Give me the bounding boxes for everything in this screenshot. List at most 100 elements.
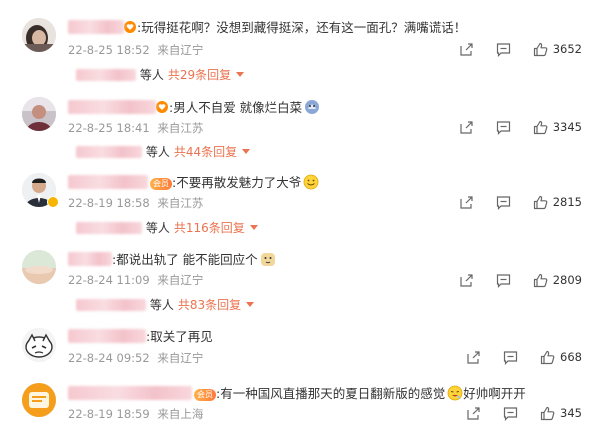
comment-meta: 22-8-25 18:52 来自辽宁 (68, 42, 203, 58)
like-count: 2815 (552, 195, 582, 209)
reply-users-blurred (76, 69, 136, 81)
comment-icon[interactable] (503, 350, 518, 365)
comment-text: :取关了再见 (146, 329, 213, 344)
reply-count-link[interactable]: 共44条回复 (174, 145, 237, 159)
comment-text-line: 会员:不要再散发魅力了大爷 (68, 174, 319, 191)
vip-badge-icon: 会员 (150, 178, 172, 190)
avatar[interactable] (22, 250, 56, 284)
chevron-down-icon[interactable] (249, 225, 258, 230)
like-icon[interactable] (533, 120, 548, 135)
like-icon[interactable] (540, 350, 555, 365)
vip-badge-icon: 会员 (194, 389, 216, 401)
reply-count-link[interactable]: 共83条回复 (178, 298, 241, 312)
reply-users-blurred (76, 222, 142, 234)
comment-actions: 668 (466, 348, 582, 366)
comment-location: 来自江苏 (157, 121, 204, 135)
smile-emoji-icon (303, 174, 319, 190)
chevron-down-icon[interactable] (236, 72, 245, 77)
comment-icon[interactable] (496, 195, 511, 210)
comment-date: 22-8-19 18:58 (68, 196, 150, 210)
reply-users-blurred (76, 146, 142, 158)
comment-meta: 22-8-19 18:59 来自上海 (68, 406, 203, 422)
share-icon[interactable] (459, 120, 474, 135)
reply-summary[interactable]: 等人 共44条回复 (76, 143, 251, 160)
heart-badge-icon (124, 21, 136, 33)
like-count: 3345 (552, 120, 582, 134)
cabbage-emoji-icon (305, 100, 320, 114)
like-icon[interactable] (533, 42, 548, 57)
comment-meta: 22-8-25 18:41 来自江苏 (68, 120, 203, 136)
reply-who: 等人 (145, 221, 170, 235)
comment-actions: 3345 (459, 118, 582, 136)
reply-who: 等人 (139, 68, 164, 82)
comment-date: 22-8-24 09:52 (68, 351, 150, 365)
comment-date: 22-8-25 18:52 (68, 43, 150, 57)
heart-badge-icon (156, 101, 168, 113)
drool-emoji-icon (447, 385, 463, 401)
username-blurred[interactable] (68, 252, 112, 266)
like-count: 668 (560, 350, 582, 364)
reply-users-blurred (76, 299, 146, 311)
share-icon[interactable] (466, 406, 481, 421)
comment-icon[interactable] (496, 120, 511, 135)
avatar[interactable] (22, 18, 56, 52)
share-icon[interactable] (459, 273, 474, 288)
comment-text: :不要再散发魅力了大爷 (172, 175, 302, 190)
comment-actions: 2809 (459, 271, 582, 289)
reply-summary[interactable]: 等人 共29条回复 (76, 66, 245, 83)
reply-count-link[interactable]: 共29条回复 (168, 68, 231, 82)
comment-actions: 2815 (459, 193, 582, 211)
doge-emoji-icon (260, 253, 275, 266)
username-blurred[interactable] (68, 175, 148, 189)
comment-location: 来自辽宁 (157, 43, 204, 57)
comment-text-line: :取关了再见 (68, 329, 213, 345)
comment-actions: 345 (466, 404, 582, 422)
reply-who: 等人 (145, 145, 170, 159)
comment-date: 22-8-25 18:41 (68, 121, 150, 135)
comment-location: 来自上海 (157, 407, 204, 421)
comment-icon[interactable] (496, 42, 511, 57)
comment-text: :有一种国风直播那天的夏日翻新版的感觉 (216, 386, 446, 401)
comment-text: :玩得挺花啊？没想到藏得挺深，还有这一面孔？满嘴谎话！ (137, 20, 467, 35)
like-count: 345 (560, 406, 582, 420)
comment-meta: 22-8-24 09:52 来自辽宁 (68, 350, 203, 366)
comment-icon[interactable] (496, 273, 511, 288)
comment-text-tail: 好帅啊开开 (463, 386, 526, 401)
comment-text-line: :都说出轨了 能不能回应个 (68, 251, 276, 268)
like-count: 3652 (552, 42, 582, 56)
reply-who: 等人 (149, 298, 174, 312)
comment-text-line: :玩得挺花啊？没想到藏得挺深，还有这一面孔？满嘴谎话！ (68, 20, 466, 36)
like-count: 2809 (552, 273, 582, 287)
share-icon[interactable] (459, 42, 474, 57)
username-blurred[interactable] (68, 386, 192, 400)
verified-badge-icon (47, 196, 59, 208)
reply-summary[interactable]: 等人 共83条回复 (76, 296, 255, 313)
comment-text: :都说出轨了 能不能回应个 (112, 252, 258, 267)
comment-meta: 22-8-19 18:58 来自江苏 (68, 195, 203, 211)
avatar[interactable] (22, 97, 56, 131)
like-icon[interactable] (540, 406, 555, 421)
avatar[interactable] (22, 383, 56, 417)
like-icon[interactable] (533, 195, 548, 210)
comment-date: 22-8-19 18:59 (68, 407, 150, 421)
chevron-down-icon[interactable] (246, 302, 255, 307)
comment-text-line: 会员:有一种国风直播那天的夏日翻新版的感觉 好帅啊开开 (68, 385, 526, 402)
chevron-down-icon[interactable] (242, 149, 251, 154)
comment-location: 来自辽宁 (157, 273, 204, 287)
like-icon[interactable] (533, 273, 548, 288)
reply-summary[interactable]: 等人 共116条回复 (76, 219, 258, 236)
comment-text: :男人不自爱 就像烂白菜 (169, 100, 303, 115)
share-icon[interactable] (459, 195, 474, 210)
username-blurred[interactable] (68, 329, 146, 343)
username-blurred[interactable] (68, 100, 156, 114)
username-blurred[interactable] (68, 20, 124, 34)
comment-text-line: :男人不自爱 就像烂白菜 (68, 99, 320, 116)
reply-count-link[interactable]: 共116条回复 (174, 221, 245, 235)
avatar[interactable] (22, 328, 56, 362)
share-icon[interactable] (466, 350, 481, 365)
comment-location: 来自江苏 (157, 196, 204, 210)
comment-actions: 3652 (459, 40, 582, 58)
comment-icon[interactable] (503, 406, 518, 421)
comment-meta: 22-8-24 11:09 来自辽宁 (68, 272, 203, 288)
comment-location: 来自辽宁 (157, 351, 204, 365)
